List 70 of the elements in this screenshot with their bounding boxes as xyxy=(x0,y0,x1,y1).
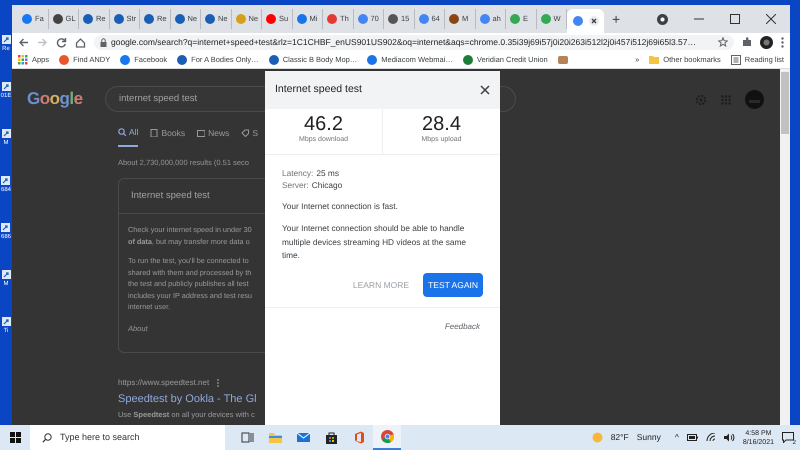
reading-list-icon xyxy=(730,54,741,64)
office-icon[interactable] xyxy=(352,431,366,444)
close-icon[interactable] xyxy=(766,14,776,24)
temperature-text: 82°F xyxy=(610,431,629,444)
envelope-icon[interactable] xyxy=(296,431,310,444)
close-icon[interactable] xyxy=(480,85,490,95)
shortcut-icon xyxy=(2,129,10,138)
newspaper-icon xyxy=(197,129,206,138)
new-tab-button[interactable]: + xyxy=(612,12,620,26)
detail-label: Server: xyxy=(282,178,309,190)
shortcut-icon xyxy=(2,35,10,44)
speed-value: 28.4 xyxy=(421,114,462,135)
search-tab[interactable]: Books xyxy=(150,126,186,147)
chrome-icon[interactable] xyxy=(380,430,394,443)
windows-logo-icon[interactable] xyxy=(10,432,20,443)
shopping-bag-icon[interactable] xyxy=(324,431,338,444)
search-field-end xyxy=(500,86,516,112)
shortcut-icon xyxy=(2,82,10,91)
folder-icon xyxy=(649,55,660,64)
weather-text: Sunny xyxy=(636,431,661,444)
shortcut-icon xyxy=(2,317,10,326)
star-icon[interactable] xyxy=(718,37,728,47)
detail-value: Chicago xyxy=(312,178,342,190)
taskbar-search-field[interactable]: Type here to search xyxy=(30,425,225,450)
book-icon xyxy=(150,129,158,138)
more-menu-icon[interactable] xyxy=(217,379,220,387)
sun-icon xyxy=(592,432,603,443)
address-bar[interactable]: google.com/search?q=internet+speed+test&rlz=1C1CHBF_enUS901US902&oq=internet&aqs=chrome.0.35i39j69i57j0i20i263i512l2j0i457i512j69i65l3.57… xyxy=(94,34,734,50)
shortcut-icon xyxy=(2,270,10,279)
more-menu-icon[interactable] xyxy=(781,36,784,48)
google-logo[interactable]: Google xyxy=(27,86,105,112)
profile-icon[interactable] xyxy=(657,14,668,24)
puzzle-piece-icon[interactable] xyxy=(742,37,752,47)
speed-value: 46.2 xyxy=(303,114,344,135)
detail-label: Latency: xyxy=(282,166,314,178)
browser-tab[interactable] xyxy=(567,9,604,33)
test-again-button[interactable]: TEST AGAIN xyxy=(423,272,483,298)
notification-icon[interactable] xyxy=(782,432,794,444)
maximize-icon[interactable] xyxy=(730,14,740,24)
show-hidden-icons-button[interactable]: ^ xyxy=(674,431,679,444)
dialog-title: Internet speed test xyxy=(275,82,362,98)
battery-icon[interactable] xyxy=(686,434,698,441)
volume-icon[interactable] xyxy=(724,433,735,442)
home-icon[interactable] xyxy=(75,36,86,48)
lock-icon xyxy=(100,38,107,46)
scrollbar[interactable] xyxy=(780,69,790,425)
shortcut-icon xyxy=(1,176,10,185)
apps-grid-icon xyxy=(18,54,28,64)
close-icon[interactable] xyxy=(589,16,599,26)
search-tab[interactable]: News xyxy=(197,126,230,147)
description-text: Your Internet connection should be able to handle multiple devices streaming HD videos at the same time. xyxy=(282,222,467,262)
search-tab[interactable]: S xyxy=(241,126,258,147)
detail-value: 25 ms xyxy=(316,166,339,178)
search-field[interactable]: internet speed test xyxy=(105,86,265,112)
wifi-icon[interactable] xyxy=(706,433,716,442)
result-title-link[interactable]: Speedtest by Ookla - The Gl xyxy=(118,391,265,408)
verdict-text: Your Internet connection is fast. xyxy=(282,200,399,212)
search-icon xyxy=(42,432,52,442)
folder-icon[interactable] xyxy=(268,431,282,444)
search-tab[interactable]: All xyxy=(118,126,138,147)
reload-icon[interactable] xyxy=(56,36,67,48)
feedback-link[interactable]: Feedback xyxy=(444,322,480,332)
shortcut-icon xyxy=(1,223,10,232)
avatar-icon[interactable] xyxy=(760,36,773,48)
bookmark-icon[interactable] xyxy=(558,56,568,64)
search-icon xyxy=(118,128,126,136)
back-arrow-icon[interactable] xyxy=(18,36,29,48)
tag-icon xyxy=(241,129,250,138)
result-url: https://www.speedtest.net xyxy=(118,377,210,389)
task-view-icon[interactable] xyxy=(240,431,254,444)
